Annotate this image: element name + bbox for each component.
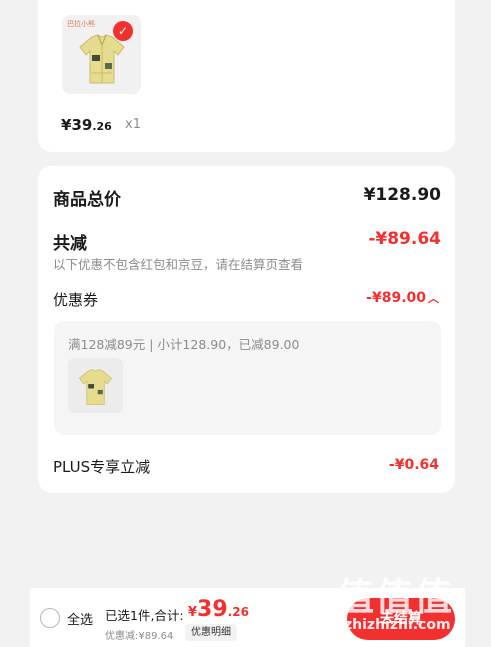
chevron-up-icon: ︿ [428, 292, 439, 305]
coupon-value: -¥89.00 [366, 290, 426, 306]
plus-discount-label: PLUS专享立减 [53, 458, 151, 476]
brand-mark: 巴拉小熊 [67, 20, 95, 28]
product-card: 巴拉小熊 ✓ ¥39.26 x1 [38, 0, 455, 152]
total-discount-value: -¥89.64 [368, 229, 441, 249]
coupon-label[interactable]: 优惠券 [53, 289, 98, 310]
price-summary-card: 商品总价 ¥128.90 共减 -¥89.64 以下优惠不包含红包和京豆，请在结… [38, 166, 455, 493]
shirt-image [79, 34, 125, 84]
checkout-button[interactable]: 去结算 [347, 598, 455, 640]
select-all-radio[interactable] [40, 608, 60, 628]
selected-count-label: 已选1件,合计: [105, 608, 184, 623]
coupon-product-thumbnail [68, 358, 123, 413]
total-price: ¥39.26 [188, 597, 249, 622]
goods-total-value: ¥128.90 [363, 185, 441, 205]
checkout-bar: 全选 已选1件,合计: ¥39.26 优惠减:¥89.64 优惠明细 去结算 [30, 588, 465, 647]
goods-total-label: 商品总价 [53, 190, 121, 210]
total-discount-label: 共减 [53, 234, 87, 254]
shirt-image [78, 369, 113, 405]
coupon-toggle[interactable]: -¥89.00 ︿ [366, 290, 439, 306]
discount-detail-button[interactable]: 优惠明细 [185, 624, 237, 641]
discount-summary: 优惠减:¥89.64 [105, 631, 174, 642]
coupon-detail-text: 满128减89元 | 小计128.90，已减89.00 [68, 337, 300, 352]
discount-note: 以下优惠不包含红包和京豆，请在结算页查看 [53, 257, 304, 272]
product-quantity: x1 [125, 117, 141, 132]
product-price: ¥39.26 [61, 116, 112, 134]
coupon-detail-box: 满128减89元 | 小计128.90，已减89.00 [54, 321, 441, 435]
checkmark-icon[interactable]: ✓ [113, 21, 133, 41]
select-all-label[interactable]: 全选 [67, 609, 93, 628]
plus-discount-value: -¥0.64 [388, 457, 439, 473]
